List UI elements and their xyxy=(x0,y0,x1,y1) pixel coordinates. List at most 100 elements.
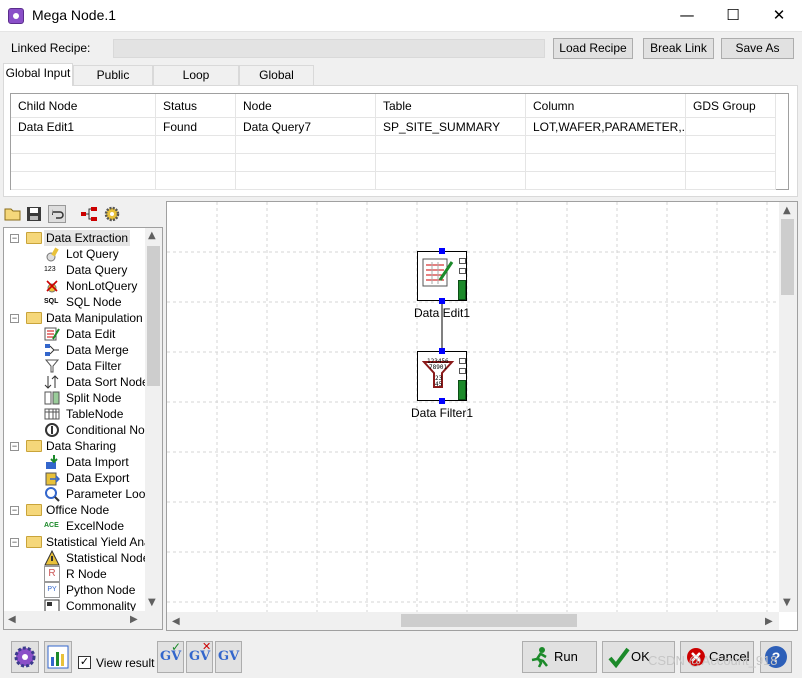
tree-group-data-manipulation[interactable]: Data Manipulation xyxy=(46,310,143,326)
hierarchy-icon[interactable] xyxy=(80,205,98,223)
empty-cell[interactable] xyxy=(156,154,236,172)
linked-recipe-field[interactable] xyxy=(113,39,545,58)
expander-data-manipulation[interactable]: − xyxy=(10,314,19,323)
scroll-left-arrow-icon[interactable]: ◀ xyxy=(8,614,16,625)
tree-item-python-node[interactable]: Python Node xyxy=(66,582,135,598)
expander-statistical-yield-analysis[interactable]: − xyxy=(10,538,19,547)
expander-office-node[interactable]: − xyxy=(10,506,19,515)
output-port[interactable] xyxy=(459,268,466,274)
tree-group-office-node[interactable]: Office Node xyxy=(46,502,109,518)
empty-cell[interactable] xyxy=(686,154,776,172)
canvas-vscroll-thumb[interactable] xyxy=(781,219,794,295)
tree-item-excelnode[interactable]: ExcelNode xyxy=(66,518,124,534)
tree-item-data-import[interactable]: Data Import xyxy=(66,454,129,470)
node-palette-tree[interactable]: − Data Extraction Lot Query 123 Data Que… xyxy=(3,227,163,630)
tree-item-data-edit[interactable]: Data Edit xyxy=(66,326,115,342)
tree-item-data-sort-node[interactable]: Data Sort Node xyxy=(66,374,149,390)
canvas-node-data-edit1[interactable] xyxy=(417,251,467,301)
empty-cell[interactable] xyxy=(156,172,236,190)
empty-cell[interactable] xyxy=(236,172,376,190)
empty-cell[interactable] xyxy=(11,154,156,172)
tree-item-r-node[interactable]: R Node xyxy=(66,566,107,582)
gv-validate-button[interactable]: GV ✓ xyxy=(157,640,184,673)
undo-icon[interactable] xyxy=(48,205,66,223)
open-folder-icon[interactable] xyxy=(4,205,22,223)
tree-group-data-sharing[interactable]: Data Sharing xyxy=(46,438,116,454)
tab-public-variable[interactable]: Public Variable xyxy=(73,65,153,100)
cell-column[interactable]: LOT,WAFER,PARAMETER,... xyxy=(526,118,686,136)
scroll-down-arrow-icon[interactable]: ▼ xyxy=(148,597,156,608)
canvas-hscroll-thumb[interactable] xyxy=(401,614,577,627)
tree-item-data-merge[interactable]: Data Merge xyxy=(66,342,129,358)
empty-cell[interactable] xyxy=(686,172,776,190)
scroll-down-arrow-icon[interactable]: ▼ xyxy=(783,597,791,608)
column-header-node[interactable]: Node xyxy=(236,94,376,118)
save-icon[interactable] xyxy=(25,205,43,223)
empty-cell[interactable] xyxy=(236,154,376,172)
column-header-child-node[interactable]: Child Node xyxy=(11,94,156,118)
tree-horizontal-scrollbar[interactable]: ◀ ▶ xyxy=(4,611,162,629)
tab-global-output[interactable]: Global Output xyxy=(239,65,314,100)
scroll-up-arrow-icon[interactable]: ▲ xyxy=(148,230,156,241)
tree-item-tablenode[interactable]: TableNode xyxy=(66,406,123,422)
view-result-checkbox[interactable]: ✓ xyxy=(78,656,91,669)
selection-handle[interactable] xyxy=(439,298,445,304)
close-button[interactable]: ✕ xyxy=(756,0,802,32)
tree-item-lot-query[interactable]: Lot Query xyxy=(66,246,119,262)
empty-cell[interactable] xyxy=(236,136,376,154)
cell-table[interactable]: SP_SITE_SUMMARY xyxy=(376,118,526,136)
empty-cell[interactable] xyxy=(11,136,156,154)
tree-item-sql-node[interactable]: SQL Node xyxy=(66,294,122,310)
empty-cell[interactable] xyxy=(376,154,526,172)
cell-child-node[interactable]: Data Edit1 xyxy=(11,118,156,136)
chart-button[interactable] xyxy=(44,641,72,673)
column-header-column[interactable]: Column xyxy=(526,94,686,118)
selection-handle[interactable] xyxy=(439,248,445,254)
cell-node[interactable]: Data Query7 xyxy=(236,118,376,136)
selection-handle[interactable] xyxy=(439,348,445,354)
column-header-status[interactable]: Status xyxy=(156,94,236,118)
settings-button[interactable] xyxy=(11,641,39,673)
cell-status[interactable]: Found xyxy=(156,118,236,136)
tree-item-split-node[interactable]: Split Node xyxy=(66,390,121,406)
column-header-table[interactable]: Table xyxy=(376,94,526,118)
save-as-button[interactable]: Save As xyxy=(721,38,794,59)
global-input-grid[interactable]: Child Node Status Node Table Column GDS … xyxy=(10,93,789,190)
cell-gds-group[interactable] xyxy=(686,118,776,136)
scroll-right-arrow-icon[interactable]: ▶ xyxy=(765,616,773,627)
output-port[interactable] xyxy=(459,258,466,264)
empty-cell[interactable] xyxy=(526,172,686,190)
output-port[interactable] xyxy=(459,358,466,364)
scroll-left-arrow-icon[interactable]: ◀ xyxy=(172,616,180,627)
canvas-node-data-filter1[interactable]: 123456 78901 23 45 xyxy=(417,351,467,401)
gv-clear-button[interactable]: GV ✕ xyxy=(186,641,213,673)
empty-cell[interactable] xyxy=(526,154,686,172)
canvas-horizontal-scrollbar[interactable]: ◀ ▶ xyxy=(167,612,779,630)
load-recipe-button[interactable]: Load Recipe xyxy=(553,38,633,59)
expander-data-sharing[interactable]: − xyxy=(10,442,19,451)
tree-group-data-extraction[interactable]: Data Extraction xyxy=(44,230,131,246)
selection-handle[interactable] xyxy=(439,398,445,404)
empty-cell[interactable] xyxy=(526,136,686,154)
gv-export-button[interactable]: GV xyxy=(215,641,242,673)
empty-cell[interactable] xyxy=(156,136,236,154)
column-header-gds-group[interactable]: GDS Group xyxy=(686,94,776,118)
scroll-right-arrow-icon[interactable]: ▶ xyxy=(130,614,138,625)
empty-cell[interactable] xyxy=(376,172,526,190)
tree-vertical-scrollbar[interactable]: ▲ ▼ xyxy=(145,228,162,611)
tree-item-statistical-node[interactable]: Statistical Node xyxy=(66,550,149,566)
tree-item-data-query[interactable]: Data Query xyxy=(66,262,127,278)
minimize-button[interactable]: — xyxy=(664,0,710,32)
workflow-canvas[interactable]: Data Edit1 123456 78901 23 45 Data Filte… xyxy=(166,201,798,631)
empty-cell[interactable] xyxy=(686,136,776,154)
settings-gear-icon[interactable] xyxy=(103,205,121,223)
tree-item-nonlotquery[interactable]: NonLotQuery xyxy=(66,278,137,294)
expander-data-extraction[interactable]: − xyxy=(10,234,19,243)
output-port[interactable] xyxy=(459,368,466,374)
tree-item-data-filter[interactable]: Data Filter xyxy=(66,358,121,374)
tree-item-data-export[interactable]: Data Export xyxy=(66,470,129,486)
break-link-button[interactable]: Break Link xyxy=(643,38,714,59)
maximize-button[interactable]: ☐ xyxy=(710,0,756,32)
tab-global-input[interactable]: Global Input xyxy=(3,63,73,86)
canvas-vertical-scrollbar[interactable]: ▲ ▼ xyxy=(779,202,797,612)
